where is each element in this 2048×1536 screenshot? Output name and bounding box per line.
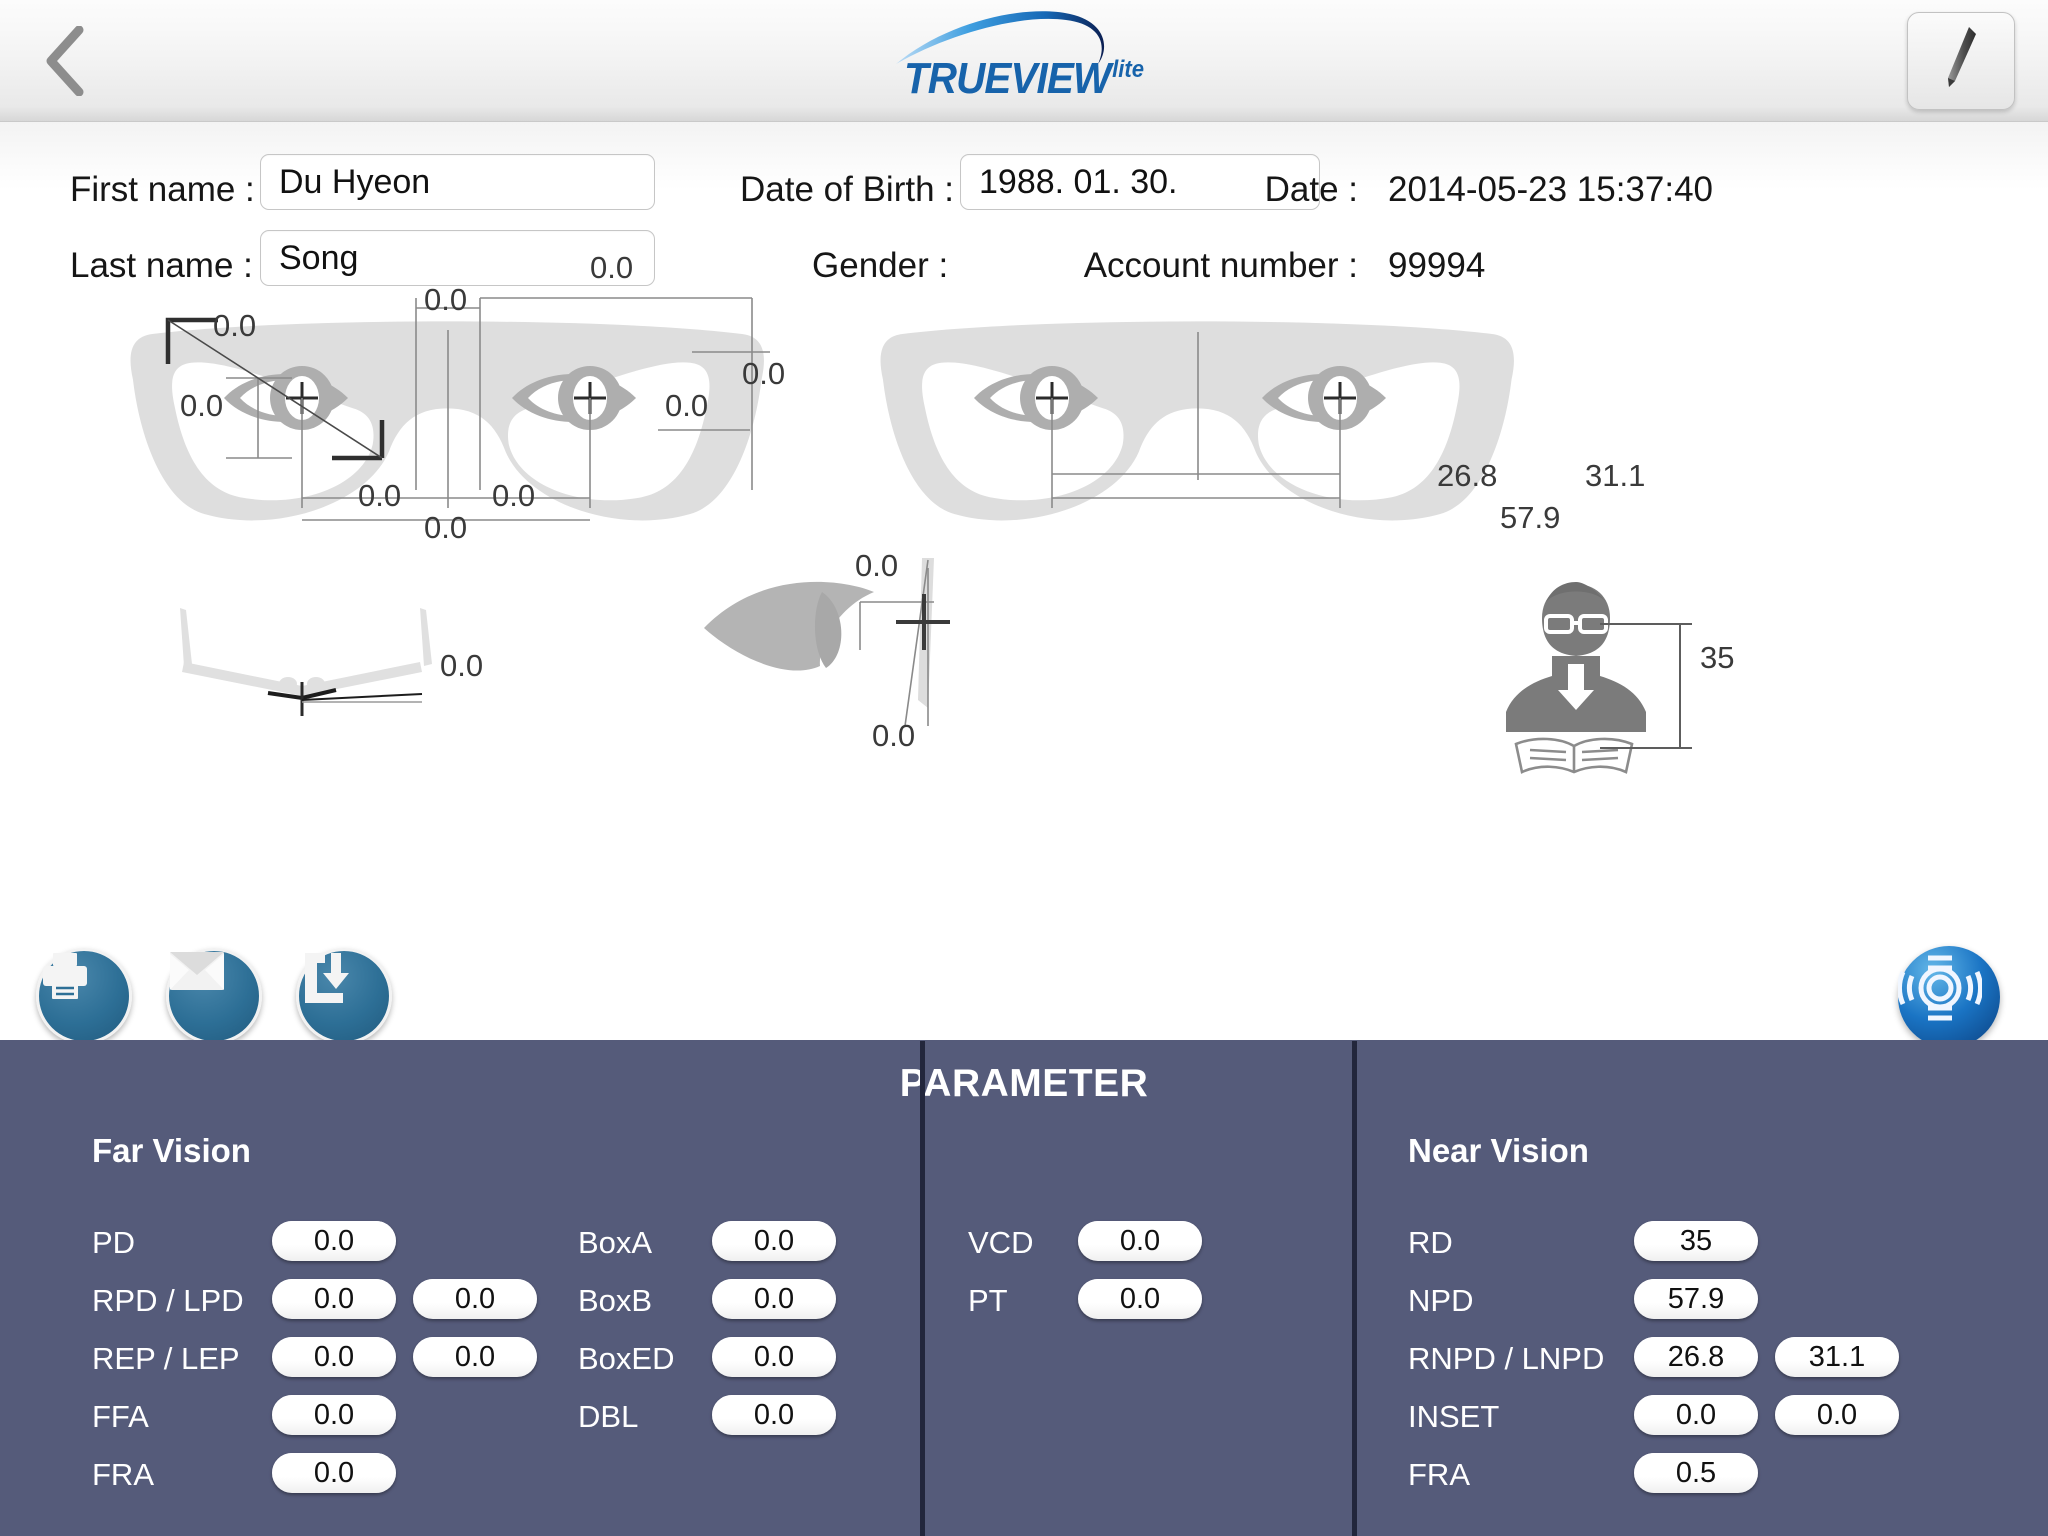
- print-button[interactable]: [36, 948, 132, 1044]
- param-label-fra-far: FRA: [92, 1457, 154, 1492]
- param-value-rnpd[interactable]: 26.8: [1634, 1337, 1758, 1377]
- param-value-inset-r[interactable]: 0.0: [1634, 1395, 1758, 1435]
- scan-target-button[interactable]: [1898, 946, 2000, 1048]
- param-value-vcd[interactable]: 0.0: [1078, 1221, 1202, 1261]
- lpd-label: 0.0: [492, 478, 536, 513]
- param-label-boxa: BoxA: [578, 1225, 653, 1260]
- date-label: Date :: [1264, 170, 1358, 209]
- near-vision-title: Near Vision: [1408, 1132, 1589, 1169]
- param-label-boxed: BoxED: [578, 1341, 675, 1376]
- param-value-npd[interactable]: 57.9: [1634, 1279, 1758, 1319]
- param-label-rnpd-lnpd: RNPD / LNPD: [1408, 1341, 1605, 1376]
- book-icon: [1514, 737, 1634, 774]
- param-label-npd: NPD: [1408, 1283, 1474, 1318]
- param-value-lpd[interactable]: 0.0: [413, 1279, 537, 1319]
- rnpd-label: 26.8: [1437, 458, 1498, 493]
- app-header: TRUEVIEWlite: [0, 0, 2048, 122]
- email-button[interactable]: [166, 948, 262, 1044]
- side-view-diagram: [704, 558, 950, 727]
- first-name-input[interactable]: Du Hyeon: [260, 154, 655, 210]
- back-button[interactable]: [26, 18, 106, 104]
- frame-top-view-icon: [180, 608, 432, 696]
- date-value: 2014-05-23 15:37:40: [1388, 170, 1713, 209]
- param-value-lep[interactable]: 0.0: [413, 1337, 537, 1377]
- panel-divider-left: [920, 1041, 925, 1536]
- boxa-top-label: 0.0: [590, 250, 634, 285]
- param-label-pt: PT: [968, 1283, 1008, 1318]
- pencil-icon: [1943, 25, 1979, 98]
- fra-top-view-label: 0.0: [440, 648, 484, 683]
- app-logo: TRUEVIEWlite: [874, 8, 1174, 108]
- param-value-dbl[interactable]: 0.0: [712, 1395, 836, 1435]
- eye-profile-icon: [704, 581, 874, 671]
- rpd-label: 0.0: [358, 478, 402, 513]
- param-value-lnpd[interactable]: 31.1: [1775, 1337, 1899, 1377]
- param-label-rpd-lpd: RPD / LPD: [92, 1283, 244, 1318]
- first-name-label: First name :: [70, 170, 255, 209]
- save-to-device-button[interactable]: [296, 948, 392, 1044]
- param-label-rep-lep: REP / LEP: [92, 1341, 240, 1376]
- param-value-fra-near[interactable]: 0.5: [1634, 1453, 1758, 1493]
- param-label-dbl: DBL: [578, 1399, 639, 1434]
- param-value-rpd[interactable]: 0.0: [272, 1279, 396, 1319]
- boxb-left-label: 0.0: [180, 388, 224, 423]
- chevron-left-icon: [43, 26, 89, 96]
- param-value-rep[interactable]: 0.0: [272, 1337, 396, 1377]
- edit-button[interactable]: [1907, 12, 2015, 110]
- boxed-diagonal-label: 0.0: [213, 308, 257, 343]
- param-label-fra-near: FRA: [1408, 1457, 1470, 1492]
- param-value-ffa[interactable]: 0.0: [272, 1395, 396, 1435]
- param-label-pd: PD: [92, 1225, 136, 1260]
- logo-lite-text: lite: [1112, 56, 1145, 84]
- param-value-inset-l[interactable]: 0.0: [1775, 1395, 1899, 1435]
- measurement-diagrams: 0.0 0.0 0.0 0.0 0.0 0.0 0.0 0.0 0.0 26.8…: [0, 250, 2048, 1048]
- logo-main-text: TRUEVIEW: [903, 54, 1111, 103]
- boxb-right-label: 0.0: [665, 388, 709, 423]
- param-label-inset: INSET: [1408, 1399, 1500, 1434]
- pd-total-label: 0.0: [424, 510, 468, 545]
- npd-label: 57.9: [1500, 500, 1561, 535]
- param-value-fra-far[interactable]: 0.0: [272, 1453, 396, 1493]
- reading-distance-diagram: [1506, 582, 1692, 774]
- parameter-panel: PARAMETER Far Vision Near Vision PD 0.0 …: [0, 1040, 2048, 1536]
- vcd-diagram-label: 0.0: [855, 548, 899, 583]
- patient-info-bar: First name : Du Hyeon Last name : Song D…: [0, 122, 2048, 407]
- param-value-rd[interactable]: 35: [1634, 1221, 1758, 1261]
- param-value-boxed[interactable]: 0.0: [712, 1337, 836, 1377]
- dob-label: Date of Birth :: [740, 170, 954, 209]
- dbl-top-label: 0.0: [424, 282, 468, 317]
- param-label-boxb: BoxB: [578, 1283, 653, 1318]
- param-label-vcd: VCD: [968, 1225, 1034, 1260]
- lnpd-label: 31.1: [1585, 458, 1646, 493]
- parameter-title: PARAMETER: [899, 1062, 1149, 1105]
- pt-diagram-label: 0.0: [872, 718, 916, 753]
- param-value-pt[interactable]: 0.0: [1078, 1279, 1202, 1319]
- param-value-pd[interactable]: 0.0: [272, 1221, 396, 1261]
- panel-divider-right: [1352, 1041, 1357, 1536]
- param-label-ffa: FFA: [92, 1399, 149, 1434]
- far-vision-title: Far Vision: [92, 1132, 251, 1169]
- logo-wordmark: TRUEVIEWlite: [886, 54, 1162, 104]
- param-label-rd: RD: [1408, 1225, 1453, 1260]
- param-value-boxa[interactable]: 0.0: [712, 1221, 836, 1261]
- ffa-label: 0.0: [742, 356, 786, 391]
- param-value-boxb[interactable]: 0.0: [712, 1279, 836, 1319]
- rd-diagram-label: 35: [1700, 640, 1735, 675]
